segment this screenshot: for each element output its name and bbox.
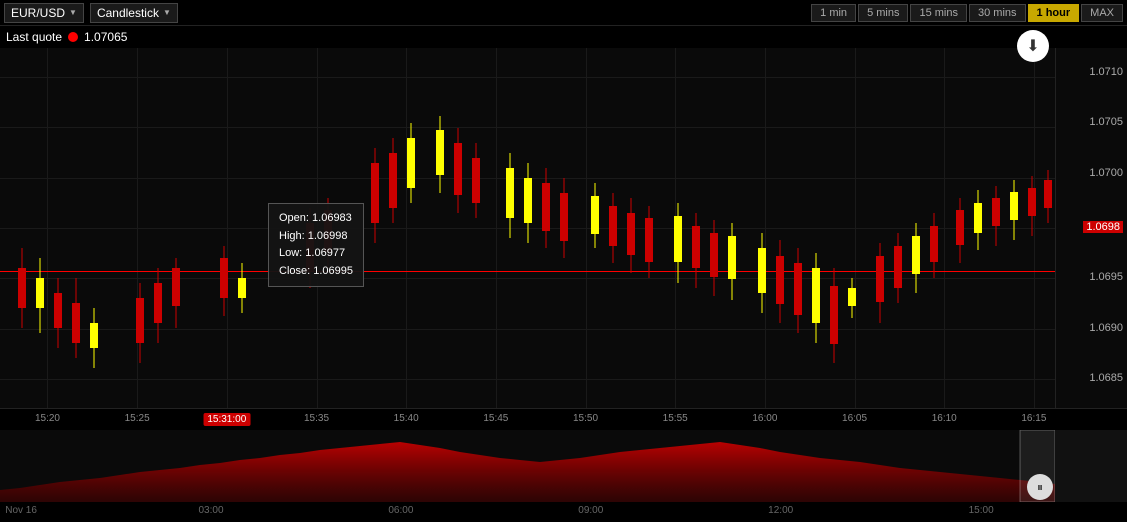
price-label-current: 1.0698 bbox=[1083, 221, 1123, 233]
price-label-6: 1.0685 bbox=[1089, 372, 1123, 384]
mini-chart-wrapper: ⏸ bbox=[0, 430, 1127, 502]
pair-label: EUR/USD bbox=[11, 6, 65, 20]
btn-30mins[interactable]: 30 mins bbox=[969, 4, 1026, 22]
chart-main: Open: 1.06983 High: 1.06998 Low: 1.06977… bbox=[0, 48, 1055, 408]
pair-dropdown-arrow: ▼ bbox=[69, 8, 77, 17]
btn-max[interactable]: MAX bbox=[1081, 4, 1123, 22]
x-label-7: 15:55 bbox=[663, 413, 688, 424]
pause-icon: ⏸ bbox=[1037, 480, 1043, 495]
chart-wrapper: Open: 1.06983 High: 1.06998 Low: 1.06977… bbox=[0, 48, 1127, 408]
pause-button[interactable]: ⏸ bbox=[1027, 474, 1053, 500]
x-label-highlighted: 15:31:00 bbox=[203, 413, 250, 426]
mini-x-pad bbox=[1055, 502, 1127, 522]
x-label-8: 16:00 bbox=[752, 413, 777, 424]
x-label-6: 15:50 bbox=[573, 413, 598, 424]
chart-type-arrow: ▼ bbox=[163, 8, 171, 17]
download-icon: ⬇ bbox=[1026, 36, 1039, 56]
x-label-3: 15:35 bbox=[304, 413, 329, 424]
x-axis-main: 15:20 15:25 15:31:00 15:35 15:40 15:45 1… bbox=[0, 409, 1055, 431]
btn-1hour[interactable]: 1 hour bbox=[1028, 4, 1080, 22]
x-label-10: 16:10 bbox=[932, 413, 957, 424]
btn-5mins[interactable]: 5 mins bbox=[858, 4, 908, 22]
mini-x-label-2: 03:00 bbox=[198, 505, 223, 516]
quote-label: Last quote bbox=[6, 30, 62, 44]
x-label-11: 16:15 bbox=[1021, 413, 1046, 424]
quote-dot bbox=[68, 32, 78, 42]
chart-type-label: Candlestick bbox=[97, 6, 159, 20]
price-axis: 1.0710 1.0705 1.0700 1.0698 1.0695 1.069… bbox=[1055, 48, 1127, 408]
mini-x-label-5: 12:00 bbox=[768, 505, 793, 516]
mini-x-label-6: 15:00 bbox=[969, 505, 994, 516]
btn-1min[interactable]: 1 min bbox=[811, 4, 856, 22]
mini-x-axis: Nov 16 03:00 06:00 09:00 12:00 15:00 bbox=[0, 502, 1127, 522]
x-label-4: 15:40 bbox=[394, 413, 419, 424]
x-label-5: 15:45 bbox=[483, 413, 508, 424]
header-bar: EUR/USD ▼ Candlestick ▼ 1 min 5 mins 15 … bbox=[0, 0, 1127, 26]
x-axis: 15:20 15:25 15:31:00 15:35 15:40 15:45 1… bbox=[0, 408, 1127, 430]
time-buttons-group: 1 min 5 mins 15 mins 30 mins 1 hour MAX bbox=[811, 4, 1123, 22]
x-label-2: 15:25 bbox=[125, 413, 150, 424]
x-label-1: 15:20 bbox=[35, 413, 60, 424]
price-label-3: 1.0700 bbox=[1089, 167, 1123, 179]
price-label-4: 1.0695 bbox=[1089, 271, 1123, 283]
mini-chart-pad bbox=[1055, 430, 1127, 502]
mini-chart: ⏸ bbox=[0, 430, 1055, 502]
quote-value: 1.07065 bbox=[84, 30, 127, 44]
chart-type-dropdown[interactable]: Candlestick ▼ bbox=[90, 3, 178, 23]
header-left: EUR/USD ▼ Candlestick ▼ bbox=[4, 3, 178, 23]
candles-svg bbox=[0, 48, 1055, 408]
btn-15mins[interactable]: 15 mins bbox=[910, 4, 967, 22]
pair-dropdown[interactable]: EUR/USD ▼ bbox=[4, 3, 84, 23]
mini-x-main: Nov 16 03:00 06:00 09:00 12:00 15:00 bbox=[0, 502, 1055, 522]
mini-x-label-1: Nov 16 bbox=[5, 505, 37, 516]
price-label-5: 1.0690 bbox=[1089, 322, 1123, 334]
price-label-1: 1.0710 bbox=[1089, 66, 1123, 78]
download-button[interactable]: ⬇ bbox=[1017, 30, 1049, 62]
mini-x-label-4: 09:00 bbox=[578, 505, 603, 516]
price-label-2: 1.0705 bbox=[1089, 116, 1123, 128]
mini-x-label-3: 06:00 bbox=[388, 505, 413, 516]
quote-bar: Last quote 1.07065 bbox=[0, 26, 1127, 48]
x-label-9: 16:05 bbox=[842, 413, 867, 424]
mini-chart-svg bbox=[0, 430, 1055, 502]
